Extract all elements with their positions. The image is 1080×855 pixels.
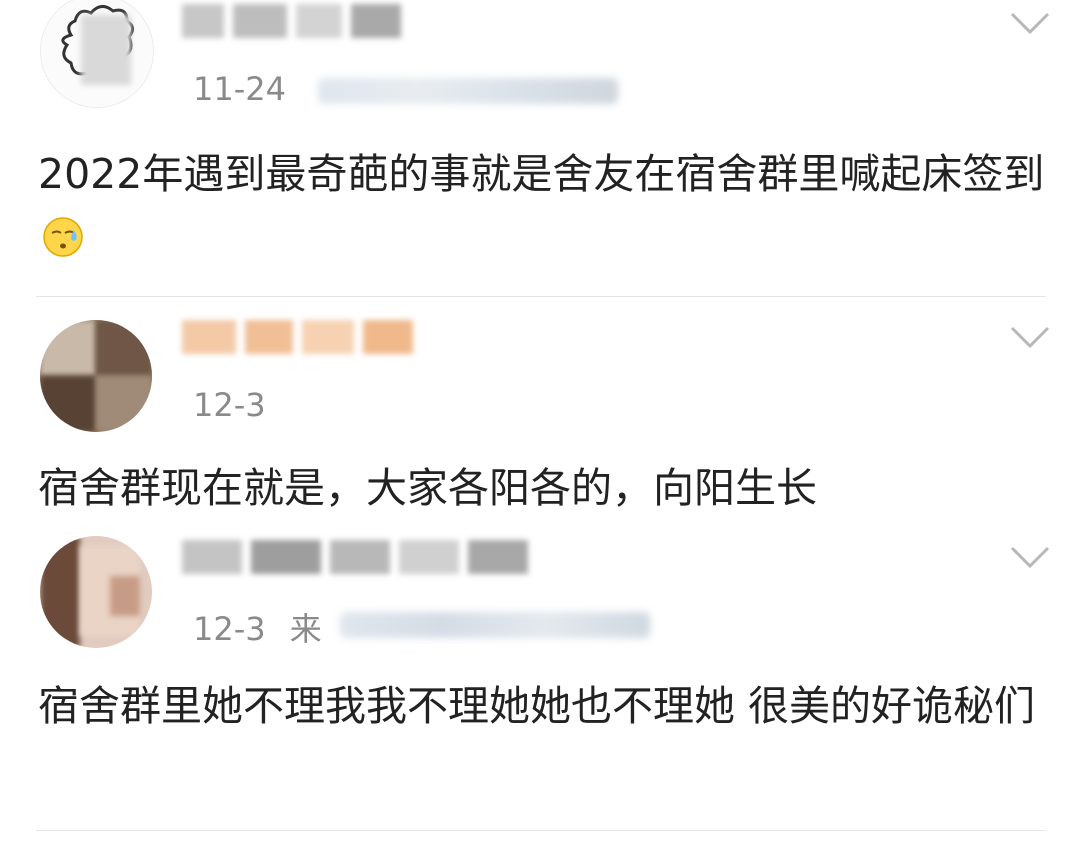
comment-item: 12-3 来 宿舍群里她不理我我不理她她也不理她 很美的好诡秘们 <box>0 530 1080 855</box>
source-blurred <box>340 612 650 638</box>
username-blurred[interactable] <box>182 320 417 368</box>
avatar[interactable] <box>40 0 154 108</box>
avatar[interactable] <box>40 536 152 648</box>
username-blurred[interactable] <box>182 540 532 588</box>
chevron-down-icon[interactable] <box>1010 12 1050 36</box>
comment-item: 11-24 2022年遇到最奇葩的事就是舍友在宿舍群里喊起床签到 <box>0 0 1080 300</box>
source-blurred <box>318 78 618 104</box>
comment-date: 11-24 <box>193 70 286 108</box>
divider <box>36 296 1046 297</box>
divider <box>36 830 1046 831</box>
comment-text: 宿舍群现在就是，大家各阳各的，向阳生长 <box>38 464 817 512</box>
chevron-down-icon[interactable] <box>1010 326 1050 350</box>
comment-text: 宿舍群里她不理我我不理她她也不理她 很美的好诡秘们 <box>38 682 1036 730</box>
sweat-emoji-icon <box>43 217 83 257</box>
comment-date: 12-3 来 <box>193 610 322 648</box>
comment-item: 12-3 宿舍群现在就是，大家各阳各的，向阳生长 <box>0 300 1080 530</box>
comment-text: 2022年遇到最奇葩的事就是舍友在宿舍群里喊起床签到 <box>38 142 1048 270</box>
chevron-down-icon[interactable] <box>1010 546 1050 570</box>
avatar[interactable] <box>40 320 152 432</box>
source-prefix: 来 <box>289 610 322 648</box>
comment-date: 12-3 <box>193 386 266 424</box>
username-blurred[interactable] <box>182 4 405 52</box>
